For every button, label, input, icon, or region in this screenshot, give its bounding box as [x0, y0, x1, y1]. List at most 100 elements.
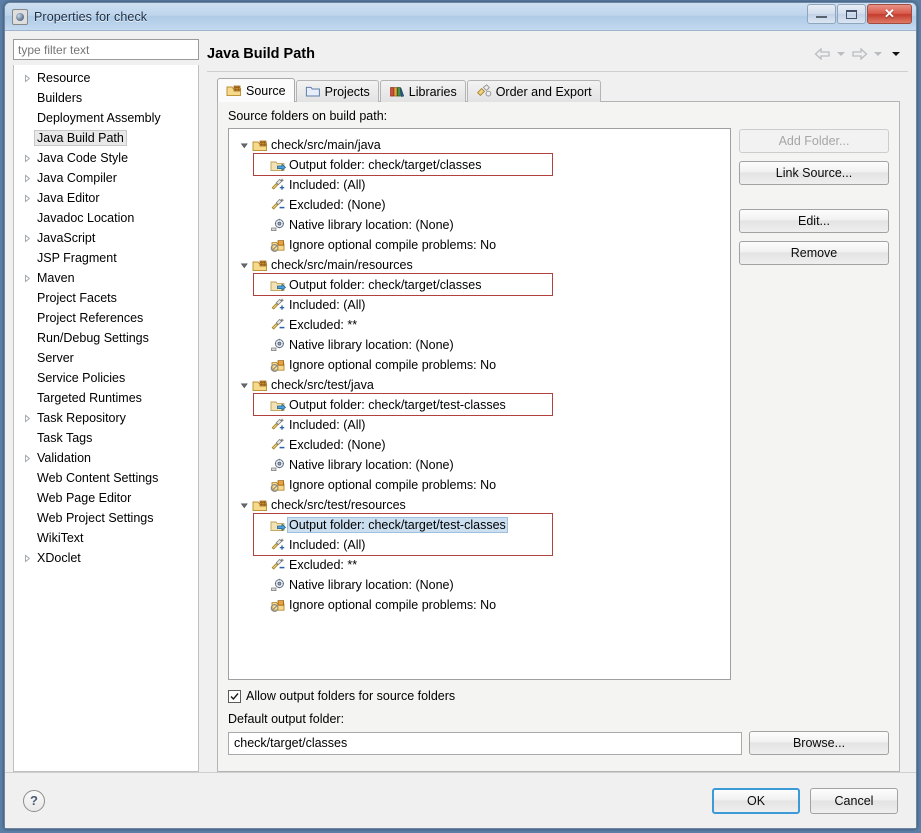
source-attribute-row[interactable]: Included: (All)	[229, 535, 730, 555]
tab-libraries[interactable]: Libraries	[379, 80, 466, 102]
close-button[interactable]: ✕	[867, 4, 912, 24]
source-attribute-row[interactable]: Excluded: **	[229, 555, 730, 575]
source-attribute-row[interactable]: Output folder: check/target/test-classes	[229, 395, 730, 415]
sidebar-item-builders[interactable]: Builders	[14, 88, 198, 108]
sidebar-item-service-policies[interactable]: Service Policies	[14, 368, 198, 388]
add-folder-button: Add Folder...	[739, 129, 889, 153]
category-tree[interactable]: Resource Builders Deployment Assembly Java …	[13, 65, 199, 772]
sidebar-item-label: Maven	[37, 271, 75, 285]
source-attribute-row[interactable]: Native library location: (None)	[229, 575, 730, 595]
sidebar-item-task-repository[interactable]: Task Repository	[14, 408, 198, 428]
expand-arrow-icon[interactable]	[20, 413, 34, 423]
allow-output-folders-row[interactable]: Allow output folders for source folders	[228, 689, 889, 703]
back-arrow-icon[interactable]	[814, 48, 831, 60]
sidebar-item-java-compiler[interactable]: Java Compiler	[14, 168, 198, 188]
sidebar-item-validation[interactable]: Validation	[14, 448, 198, 468]
page-header: Java Build Path	[207, 39, 908, 69]
sidebar-item-label: XDoclet	[37, 551, 81, 565]
expand-arrow-icon[interactable]	[20, 153, 34, 163]
sidebar-item-java-build-path[interactable]: Java Build Path	[14, 128, 198, 148]
sidebar-item-jsp-fragment[interactable]: JSP Fragment	[14, 248, 198, 268]
sidebar-item-task-tags[interactable]: Task Tags	[14, 428, 198, 448]
expand-arrow-icon[interactable]	[20, 193, 34, 203]
sidebar-item-javascript[interactable]: JavaScript	[14, 228, 198, 248]
source-folders-tree[interactable]: check/src/main/java Output folder: check/…	[228, 128, 731, 680]
category-panel: Resource Builders Deployment Assembly Java …	[13, 39, 199, 772]
sidebar-item-label: Deployment Assembly	[37, 111, 161, 125]
expand-arrow-icon[interactable]	[20, 173, 34, 183]
expand-arrow-icon[interactable]	[20, 73, 34, 83]
sidebar-item-java-editor[interactable]: Java Editor	[14, 188, 198, 208]
sidebar-item-wikitext[interactable]: WikiText	[14, 528, 198, 548]
expand-arrow-icon[interactable]	[20, 233, 34, 243]
source-folder-icon	[226, 83, 242, 98]
edit-button[interactable]: Edit...	[739, 209, 889, 233]
source-folder-row[interactable]: check/src/test/java	[229, 375, 730, 395]
browse-button[interactable]: Browse...	[749, 731, 889, 755]
sidebar-item-maven[interactable]: Maven	[14, 268, 198, 288]
default-output-folder-input[interactable]	[228, 731, 742, 755]
properties-icon	[12, 8, 28, 25]
sidebar-item-label: Javadoc Location	[37, 211, 135, 225]
source-attribute-row[interactable]: Native library location: (None)	[229, 215, 730, 235]
source-attribute-row[interactable]: Included: (All)	[229, 175, 730, 195]
sidebar-item-project-references[interactable]: Project References	[14, 308, 198, 328]
source-folder-row[interactable]: check/src/test/resources	[229, 495, 730, 515]
sidebar-item-label: Validation	[37, 451, 91, 465]
collapse-arrow-icon[interactable]	[237, 501, 251, 510]
source-attribute-row[interactable]: Native library location: (None)	[229, 335, 730, 355]
tab-order-and-export[interactable]: Order and Export	[466, 80, 601, 102]
sidebar-item-resource[interactable]: Resource	[14, 68, 198, 88]
collapse-arrow-icon[interactable]	[237, 141, 251, 150]
sidebar-item-run-debug-settings[interactable]: Run/Debug Settings	[14, 328, 198, 348]
source-attribute-row[interactable]: Ignore optional compile problems: No	[229, 475, 730, 495]
sidebar-item-javadoc-location[interactable]: Javadoc Location	[14, 208, 198, 228]
source-attribute-row[interactable]: Native library location: (None)	[229, 455, 730, 475]
source-folder-row[interactable]: check/src/main/resources	[229, 255, 730, 275]
source-attribute-row[interactable]: Excluded: (None)	[229, 435, 730, 455]
expand-arrow-icon[interactable]	[20, 553, 34, 563]
link-source-button[interactable]: Link Source...	[739, 161, 889, 185]
expand-arrow-icon[interactable]	[20, 273, 34, 283]
sidebar-item-web-project-settings[interactable]: Web Project Settings	[14, 508, 198, 528]
cancel-button[interactable]: Cancel	[810, 787, 898, 814]
filter-input[interactable]	[13, 39, 199, 60]
source-folder-row[interactable]: check/src/main/java	[229, 135, 730, 155]
source-attribute-row[interactable]: Ignore optional compile problems: No	[229, 235, 730, 255]
tab-projects[interactable]: Projects	[295, 80, 379, 102]
source-attribute-row[interactable]: Excluded: **	[229, 315, 730, 335]
source-attribute-row[interactable]: Output folder: check/target/classes	[229, 275, 730, 295]
sidebar-item-targeted-runtimes[interactable]: Targeted Runtimes	[14, 388, 198, 408]
forward-dropdown-icon[interactable]	[874, 52, 882, 56]
sidebar-item-web-content-settings[interactable]: Web Content Settings	[14, 468, 198, 488]
source-attribute-row[interactable]: Output folder: check/target/classes	[229, 155, 730, 175]
back-dropdown-icon[interactable]	[837, 52, 845, 56]
navigation-buttons	[814, 48, 908, 60]
sidebar-item-xdoclet[interactable]: XDoclet	[14, 548, 198, 568]
source-attribute-row[interactable]: Ignore optional compile problems: No	[229, 595, 730, 615]
sidebar-item-server[interactable]: Server	[14, 348, 198, 368]
sidebar-item-deployment-assembly[interactable]: Deployment Assembly	[14, 108, 198, 128]
source-attribute-label: Output folder: check/target/classes	[289, 158, 482, 172]
source-attribute-row[interactable]: Included: (All)	[229, 295, 730, 315]
source-attribute-row[interactable]: Output folder: check/target/test-classes	[229, 515, 730, 535]
source-attribute-row[interactable]: Excluded: (None)	[229, 195, 730, 215]
collapse-arrow-icon[interactable]	[237, 261, 251, 270]
forward-arrow-icon[interactable]	[851, 48, 868, 60]
source-attribute-row[interactable]: Ignore optional compile problems: No	[229, 355, 730, 375]
maximize-button[interactable]	[837, 4, 866, 24]
expand-arrow-icon[interactable]	[20, 453, 34, 463]
view-menu-icon[interactable]	[892, 52, 900, 56]
ok-button[interactable]: OK	[712, 787, 800, 814]
remove-button[interactable]: Remove	[739, 241, 889, 265]
help-icon[interactable]: ?	[23, 789, 45, 812]
sidebar-item-web-page-editor[interactable]: Web Page Editor	[14, 488, 198, 508]
minimize-button[interactable]	[807, 4, 836, 24]
allow-output-folders-checkbox[interactable]	[228, 689, 241, 703]
source-attribute-row[interactable]: Included: (All)	[229, 415, 730, 435]
tab-source[interactable]: Source	[217, 78, 295, 102]
sidebar-item-project-facets[interactable]: Project Facets	[14, 288, 198, 308]
sidebar-item-java-code-style[interactable]: Java Code Style	[14, 148, 198, 168]
collapse-arrow-icon[interactable]	[237, 381, 251, 390]
source-attribute-label: Ignore optional compile problems: No	[289, 598, 497, 612]
